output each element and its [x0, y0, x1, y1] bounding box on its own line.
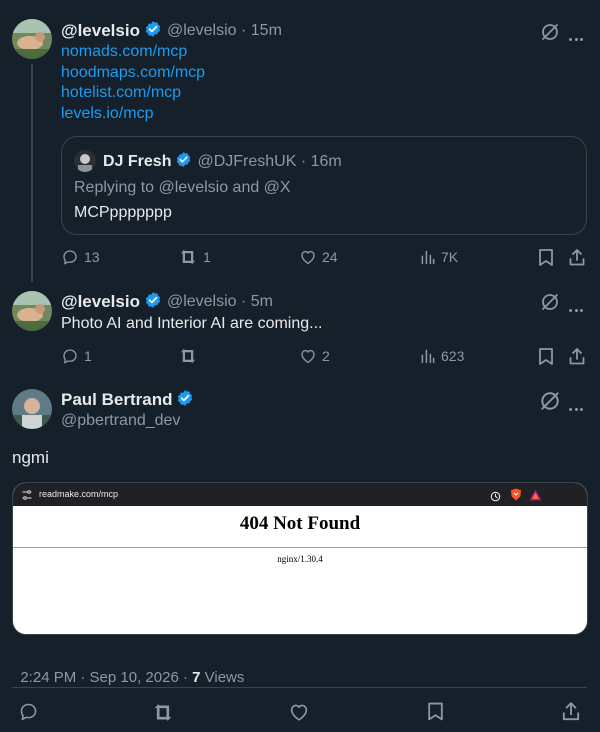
like-button[interactable]: 24 — [299, 248, 338, 266]
views-icon — [421, 250, 435, 265]
repost-icon — [180, 249, 196, 265]
grok-icon[interactable] — [540, 22, 560, 42]
author-name[interactable]: @levelsio — [61, 21, 140, 41]
thread-line — [31, 64, 33, 282]
avatar-image — [12, 389, 52, 429]
history-icon — [490, 489, 501, 507]
error-page-divider — [13, 547, 587, 548]
repost-count: 1 — [203, 249, 211, 265]
author-handle[interactable]: @levelsio — [167, 22, 237, 40]
separator: · — [236, 293, 251, 310]
link-hoodmaps[interactable]: hoodmaps.com/mcp — [61, 63, 205, 84]
quoted-tweet-card[interactable]: DJ Fresh @DJFreshUK · 16m Replying to @l… — [61, 136, 587, 235]
views-button[interactable]: 623 — [420, 347, 464, 365]
brave-rewards-icon — [529, 488, 542, 506]
views-button[interactable]: 7K — [420, 248, 458, 266]
avatar-djfresh — [74, 150, 96, 172]
reply-button[interactable]: 1 — [61, 347, 92, 365]
error-page-heading: 404 Not Found — [239, 513, 361, 534]
repost-icon[interactable] — [151, 702, 175, 723]
views-label: Views — [200, 669, 245, 686]
main-author-name-row: Paul Bertrand — [61, 389, 199, 411]
bookmark-icon[interactable] — [537, 347, 555, 366]
more-options-icon[interactable] — [568, 28, 585, 46]
share-icon[interactable] — [568, 248, 586, 267]
more-options-icon[interactable] — [568, 299, 585, 317]
tweet1-header: @levelsio @levelsio · 15m — [61, 20, 282, 42]
tweet-time[interactable]: 5m — [251, 293, 273, 311]
link-hotelist[interactable]: hotelist.com/mcp — [61, 83, 205, 104]
like-count: 24 — [322, 249, 338, 265]
tweet-timestamp-row: 2:24 PM · Sep 10, 2026 · 7 Views — [12, 652, 244, 686]
quote-time: 16m — [310, 152, 342, 170]
verified-badge-icon — [144, 291, 162, 314]
avatar-image — [12, 19, 52, 59]
quote-header: DJ Fresh @DJFreshUK · 16m — [103, 151, 342, 172]
reply-icon — [63, 250, 77, 265]
quote-author-handle: @DJFreshUK — [197, 152, 297, 170]
bookmark-icon[interactable] — [426, 701, 445, 722]
link-nomads[interactable]: nomads.com/mcp — [61, 42, 205, 63]
avatar-levelsio[interactable] — [12, 291, 52, 331]
like-icon — [301, 349, 315, 364]
author-handle[interactable]: @levelsio — [167, 293, 237, 311]
reply-count: 1 — [84, 348, 92, 364]
verified-badge-icon — [176, 389, 194, 412]
avatar-pbertrand[interactable] — [12, 389, 52, 429]
verified-badge-icon — [144, 20, 162, 43]
repost-button[interactable]: 1 — [178, 248, 211, 266]
browser-url: readmake.com/mcp — [39, 489, 119, 499]
tweet1-links: nomads.com/mcp hoodmaps.com/mcp hotelist… — [61, 42, 205, 124]
tweet2-header: @levelsio @levelsio · 5m — [61, 291, 273, 313]
more-options-icon[interactable] — [568, 398, 585, 416]
avatar-levelsio[interactable] — [12, 19, 52, 59]
share-icon[interactable] — [561, 701, 581, 722]
bookmark-icon[interactable] — [537, 248, 555, 267]
tweet-timestamp[interactable]: 2:24 PM · Sep 10, 2026 · — [20, 669, 192, 686]
quote-text: MCPppppppp — [74, 204, 172, 221]
avatar-image — [12, 291, 52, 331]
share-icon[interactable] — [568, 347, 586, 366]
reply-icon — [63, 349, 77, 364]
quote-author-name: DJ Fresh — [103, 152, 172, 170]
like-button[interactable]: 2 — [299, 347, 330, 365]
separator: · — [236, 22, 251, 39]
author-name[interactable]: @levelsio — [61, 292, 140, 312]
like-icon[interactable] — [288, 701, 310, 723]
views-icon — [421, 349, 435, 364]
views-count: 623 — [441, 348, 465, 364]
browser-toolbar: readmake.com/mcp — [13, 483, 587, 506]
quote-replying-to: Replying to @levelsio and @X — [74, 179, 291, 196]
divider — [12, 687, 587, 688]
reply-icon[interactable] — [18, 701, 39, 722]
reply-button[interactable]: 13 — [61, 248, 100, 266]
repost-button[interactable] — [178, 347, 203, 365]
grok-icon[interactable] — [540, 292, 560, 312]
like-count: 2 — [322, 348, 330, 364]
tweet-time[interactable]: 15m — [251, 22, 282, 40]
like-icon — [301, 250, 315, 265]
link-levels[interactable]: levels.io/mcp — [61, 104, 205, 125]
views-count: 7K — [441, 249, 459, 265]
author-handle[interactable]: @pbertrand_dev — [61, 412, 180, 430]
site-settings-icon — [21, 488, 33, 506]
tweet2-text: Photo AI and Interior AI are coming... — [61, 315, 323, 332]
error-page-server: nginx/1.30.4 — [277, 554, 323, 564]
reply-count: 13 — [84, 249, 100, 265]
grok-icon[interactable] — [539, 390, 561, 412]
repost-icon — [180, 348, 196, 364]
verified-badge-icon — [175, 151, 192, 173]
brave-shield-icon — [510, 488, 522, 506]
attached-screenshot[interactable]: readmake.com/mcp 404 Not Found nginx/1.3… — [12, 482, 588, 635]
separator: · — [296, 152, 311, 170]
main-tweet-text: ngmi — [12, 448, 49, 467]
author-name[interactable]: Paul Bertrand — [61, 390, 172, 410]
